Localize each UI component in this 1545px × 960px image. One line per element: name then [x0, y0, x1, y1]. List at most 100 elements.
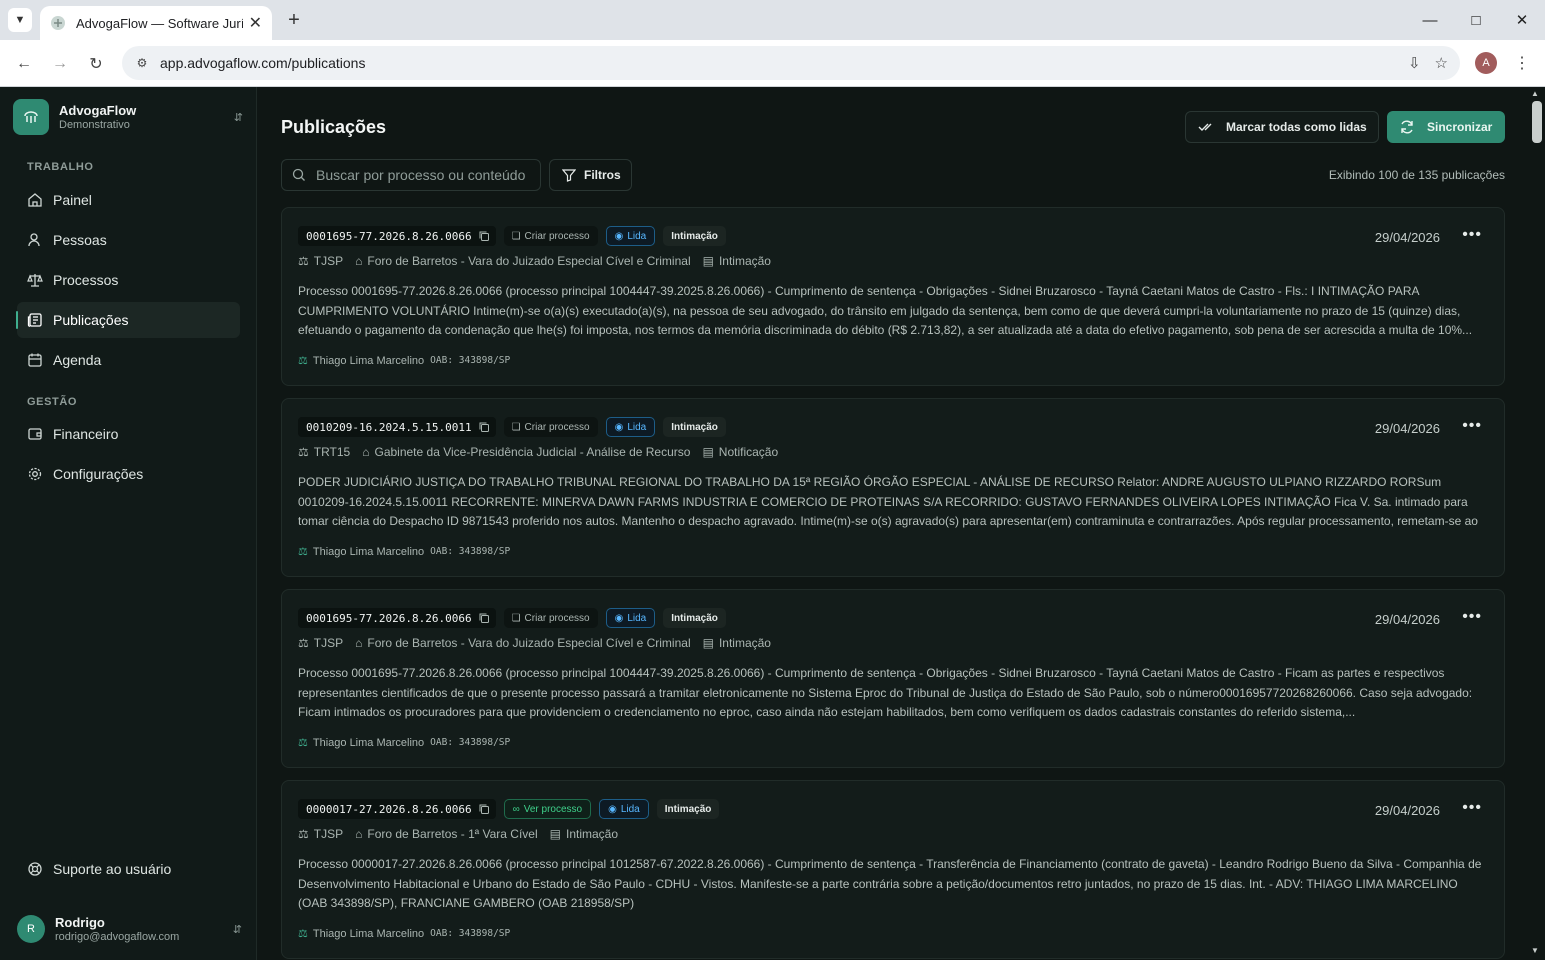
- sidebar-item-label: Suporte ao usuário: [53, 861, 172, 877]
- oab-number: OAB: 343898/SP: [430, 928, 511, 939]
- eye-icon: ◉: [608, 803, 617, 815]
- minimize-icon[interactable]: —: [1407, 0, 1453, 40]
- scrollbar-track[interactable]: [1529, 87, 1545, 960]
- more-options-icon[interactable]: •••: [1462, 417, 1482, 435]
- tab-search-button[interactable]: ▼: [8, 8, 32, 32]
- back-icon[interactable]: ←: [12, 52, 36, 76]
- publication-date: 29/04/2026: [1374, 612, 1440, 627]
- copy-icon[interactable]: [478, 230, 490, 242]
- create-process-button[interactable]: ❏ Criar processo: [503, 608, 598, 628]
- copy-icon[interactable]: [478, 421, 490, 433]
- close-window-icon[interactable]: ✕: [1499, 0, 1545, 40]
- search-icon: [292, 168, 305, 181]
- browser-tab-bar: ▼ AdvogaFlow — Software Jurídico ✕ + — □…: [0, 0, 1545, 40]
- brand-logo-icon: [13, 99, 49, 135]
- sidebar-item-processos[interactable]: Processos: [17, 262, 240, 298]
- browser-toolbar: ← → ↻ ⚙ app.advogaflow.com/publications …: [0, 40, 1545, 87]
- status-label: Lida: [627, 612, 647, 624]
- process-number[interactable]: 0000017-27.2026.8.26.0066: [298, 799, 496, 819]
- sidebar-item-label: Agenda: [53, 352, 102, 368]
- sidebar-item-label: Pessoas: [53, 232, 107, 248]
- publication-card[interactable]: 0001695-77.2026.8.26.0066 ❏ Criar process…: [281, 207, 1505, 386]
- sidebar-item-pessoas[interactable]: Pessoas: [17, 222, 240, 258]
- oab-number: OAB: 343898/SP: [430, 546, 511, 557]
- forward-icon[interactable]: →: [48, 52, 72, 76]
- process-number[interactable]: 0001695-77.2026.8.26.0066: [298, 226, 496, 246]
- sidebar-item-agenda[interactable]: Agenda: [17, 342, 240, 378]
- view-process-button[interactable]: ∞ Ver processo: [503, 799, 592, 819]
- workspace-switcher[interactable]: AdvogaFlow Demonstrativo ⇵: [13, 99, 243, 135]
- process-number[interactable]: 0001695-77.2026.8.26.0066: [298, 608, 496, 628]
- bookmark-star-icon[interactable]: ☆: [1435, 54, 1448, 72]
- install-app-icon[interactable]: ⇩: [1408, 54, 1421, 72]
- lawyer-name: Thiago Lima Marcelino: [312, 354, 425, 367]
- copy-icon[interactable]: [478, 803, 490, 815]
- court-name: TJSP: [313, 827, 344, 841]
- site-info-icon[interactable]: ⚙: [132, 53, 152, 73]
- browser-menu-icon[interactable]: ⋮: [1512, 52, 1532, 74]
- scrollbar-thumb[interactable]: [1532, 101, 1542, 143]
- sidebar-item-publicacoes[interactable]: Publicações: [16, 302, 240, 338]
- more-options-icon[interactable]: •••: [1462, 799, 1482, 817]
- process-number-text: 0010209-16.2024.5.15.0011: [306, 420, 472, 434]
- scroll-up-icon[interactable]: ▲: [1531, 89, 1539, 98]
- type-badge: Intimação: [663, 608, 726, 628]
- sidebar-item-painel[interactable]: Painel: [17, 182, 240, 218]
- sidebar-item-suporte[interactable]: Suporte ao usuário: [17, 851, 240, 887]
- publication-date: 29/04/2026: [1374, 421, 1440, 436]
- read-status-badge[interactable]: ◉ Lida: [599, 799, 649, 819]
- action-label: Criar processo: [524, 230, 590, 242]
- copy-icon[interactable]: [478, 612, 490, 624]
- document-icon: ▤: [702, 636, 714, 650]
- scale-icon: ⚖: [298, 827, 309, 841]
- oab-number: OAB: 343898/SP: [430, 737, 511, 748]
- scale-icon: ⚖: [298, 546, 308, 558]
- publication-card[interactable]: 0001695-77.2026.8.26.0066 ❏ Criar process…: [281, 589, 1505, 768]
- publication-text: PODER JUDICIÁRIO JUSTIÇA DO TRABALHO TRI…: [298, 475, 1478, 528]
- scale-icon: ⚖: [298, 254, 309, 268]
- chevron-up-down-icon: ⇵: [232, 923, 242, 936]
- read-status-badge[interactable]: ◉ Lida: [605, 417, 656, 437]
- scroll-down-icon[interactable]: ▼: [1531, 946, 1539, 955]
- filters-button[interactable]: Filtros: [549, 159, 632, 191]
- profile-avatar[interactable]: A: [1475, 52, 1497, 74]
- new-tab-button[interactable]: +: [282, 8, 306, 32]
- court-name: TJSP: [313, 636, 344, 650]
- read-status-badge[interactable]: ◉ Lida: [605, 608, 656, 628]
- mark-all-read-button[interactable]: Marcar todas como lidas: [1185, 111, 1379, 143]
- sync-button[interactable]: Sincronizar: [1387, 111, 1505, 143]
- browser-tab[interactable]: AdvogaFlow — Software Jurídico ✕: [40, 6, 272, 40]
- eye-icon: ◉: [614, 230, 624, 242]
- file-plus-icon: ❏: [511, 612, 521, 624]
- process-number[interactable]: 0010209-16.2024.5.15.0011: [298, 417, 496, 437]
- gear-icon: [27, 466, 43, 482]
- sidebar-item-label: Configurações: [53, 466, 144, 482]
- more-options-icon[interactable]: •••: [1462, 608, 1482, 626]
- mark-all-read-label: Marcar todas como lidas: [1226, 120, 1367, 134]
- publication-card[interactable]: 0000017-27.2026.8.26.0066 ∞ Ver processo …: [281, 780, 1505, 959]
- sidebar-item-label: Financeiro: [53, 426, 119, 442]
- search-input[interactable]: Buscar por processo ou conteúdo: [281, 159, 541, 191]
- status-label: Lida: [627, 230, 647, 242]
- sidebar-item-financeiro[interactable]: Financeiro: [17, 416, 240, 452]
- create-process-button[interactable]: ❏ Criar processo: [503, 417, 598, 437]
- page-title: Publicações: [281, 117, 387, 137]
- address-bar[interactable]: ⚙ app.advogaflow.com/publications ⇩ ☆: [122, 46, 1460, 80]
- window-controls: — □ ✕: [1407, 0, 1545, 40]
- type-badge: Intimação: [663, 417, 726, 437]
- create-process-button[interactable]: ❏ Criar processo: [503, 226, 598, 246]
- close-tab-icon[interactable]: ✕: [249, 13, 262, 33]
- reload-icon[interactable]: ↻: [84, 52, 108, 76]
- sidebar-item-configuracoes[interactable]: Configurações: [17, 456, 240, 492]
- read-status-badge[interactable]: ◉ Lida: [605, 226, 656, 246]
- user-menu[interactable]: R Rodrigo rodrigo@advogaflow.com ⇵: [17, 913, 242, 945]
- publication-card[interactable]: 0010209-16.2024.5.15.0011 ❏ Criar process…: [281, 398, 1505, 577]
- status-label: Lida: [627, 421, 647, 433]
- publication-kind: Intimação: [718, 636, 771, 650]
- status-label: Lida: [620, 803, 640, 815]
- user-email: rodrigo@advogaflow.com: [55, 931, 180, 943]
- more-options-icon[interactable]: •••: [1462, 226, 1482, 244]
- publication-date: 29/04/2026: [1374, 230, 1440, 245]
- building-icon: ⌂: [355, 827, 363, 841]
- maximize-icon[interactable]: □: [1453, 0, 1499, 40]
